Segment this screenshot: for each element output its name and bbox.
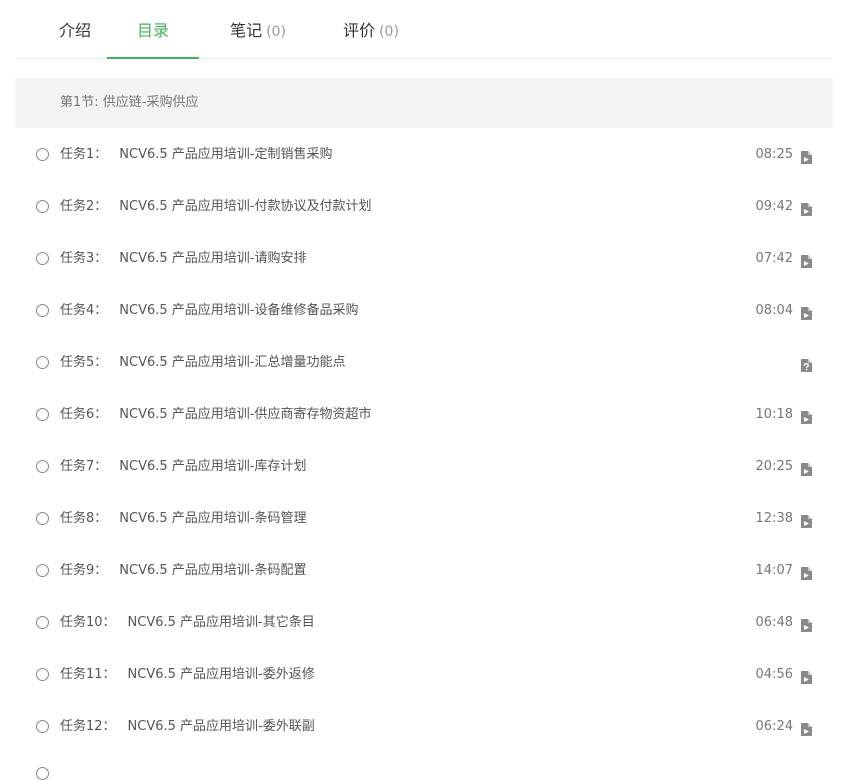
tab-reviews[interactable]: 评价 (0) [338, 0, 404, 58]
task-title[interactable]: 任务11： NCV6.5 产品应用培训-委外返修 [60, 650, 315, 700]
task-item[interactable]: 任务10： NCV6.5 产品应用培训-其它条目 06:48 [15, 598, 833, 650]
task-duration: 20:25 [755, 459, 793, 474]
task-title[interactable]: 任务6： NCV6.5 产品应用培训-供应商寄存物资超市 [60, 390, 371, 440]
task-duration: 07:42 [755, 251, 793, 266]
task-name: NCV6.5 产品应用培训-请购安排 [119, 251, 307, 266]
task-name: NCV6.5 产品应用培训-条码配置 [119, 563, 307, 578]
task-radio[interactable] [36, 252, 49, 265]
task-name: NCV6.5 产品应用培训-条码管理 [119, 511, 307, 526]
video-file-icon [800, 513, 812, 528]
task-radio[interactable] [36, 356, 49, 369]
task-number: 任务1： [60, 147, 108, 162]
task-number: 任务8： [60, 511, 108, 526]
task-radio-partial[interactable] [36, 767, 49, 780]
task-duration: 09:42 [755, 199, 793, 214]
task-item[interactable]: 任务7： NCV6.5 产品应用培训-库存计划 20:25 [15, 442, 833, 494]
task-radio[interactable] [36, 668, 49, 681]
task-name: NCV6.5 产品应用培训-供应商寄存物资超市 [119, 407, 372, 422]
task-radio[interactable] [36, 460, 49, 473]
task-number: 任务7： [60, 459, 108, 474]
tab-catalog[interactable]: 目录 [107, 0, 199, 59]
task-radio[interactable] [36, 616, 49, 629]
task-number: 任务10： [60, 615, 116, 630]
task-radio[interactable] [36, 304, 49, 317]
task-name: NCV6.5 产品应用培训-定制销售采购 [119, 147, 333, 162]
task-number: 任务2： [60, 199, 108, 214]
task-number: 任务11： [60, 667, 116, 682]
task-item[interactable]: 任务1： NCV6.5 产品应用培训-定制销售采购 08:25 [15, 130, 833, 182]
task-number: 任务12： [60, 719, 116, 734]
task-number: 任务4： [60, 303, 108, 318]
video-file-icon [800, 305, 812, 320]
task-number: 任务5： [60, 355, 108, 370]
video-file-icon [800, 201, 812, 216]
task-title[interactable]: 任务4： NCV6.5 产品应用培训-设备维修备品采购 [60, 286, 358, 336]
task-title[interactable]: 任务1： NCV6.5 产品应用培训-定制销售采购 [60, 130, 332, 180]
task-title[interactable]: 任务12： NCV6.5 产品应用培训-委外联副 [60, 702, 315, 752]
video-file-icon [800, 669, 812, 684]
task-duration: 08:25 [755, 147, 793, 162]
video-file-icon [800, 617, 812, 632]
video-file-icon [800, 461, 812, 476]
task-title[interactable]: 任务2： NCV6.5 产品应用培训-付款协议及付款计划 [60, 182, 371, 232]
task-title[interactable]: 任务5： NCV6.5 产品应用培训-汇总增量功能点 [60, 338, 345, 388]
task-item[interactable]: 任务3： NCV6.5 产品应用培训-请购安排 07:42 [15, 234, 833, 286]
task-title[interactable]: 任务9： NCV6.5 产品应用培训-条码配置 [60, 546, 306, 596]
task-radio[interactable] [36, 200, 49, 213]
task-item[interactable]: 任务9： NCV6.5 产品应用培训-条码配置 14:07 [15, 546, 833, 598]
task-name: NCV6.5 产品应用培训-付款协议及付款计划 [119, 199, 372, 214]
task-item[interactable]: 任务8： NCV6.5 产品应用培训-条码管理 12:38 [15, 494, 833, 546]
video-file-icon [800, 149, 812, 164]
task-radio[interactable] [36, 564, 49, 577]
tab-reviews-count: (0) [379, 24, 399, 40]
task-item[interactable]: 任务5： NCV6.5 产品应用培训-汇总增量功能点 [15, 338, 833, 390]
tab-intro-label: 介绍 [58, 21, 91, 40]
course-tabs: 介绍 目录 笔记 (0) 评价 (0) [15, 0, 833, 59]
task-duration: 10:18 [755, 407, 793, 422]
task-duration: 06:24 [755, 719, 793, 734]
video-file-icon [800, 253, 812, 268]
tab-reviews-label: 评价 [343, 21, 376, 40]
task-duration: 14:07 [755, 563, 793, 578]
task-duration: 06:48 [755, 615, 793, 630]
task-radio[interactable] [36, 512, 49, 525]
task-duration: 04:56 [755, 667, 793, 682]
task-item[interactable]: 任务2： NCV6.5 产品应用培训-付款协议及付款计划 09:42 [15, 182, 833, 234]
tab-intro[interactable]: 介绍 [45, 0, 105, 58]
section-title: 第1节: 供应链-采购供应 [60, 95, 199, 110]
task-duration: 12:38 [755, 511, 793, 526]
task-item[interactable]: 任务4： NCV6.5 产品应用培训-设备维修备品采购 08:04 [15, 286, 833, 338]
section-header[interactable]: 第1节: 供应链-采购供应 [15, 78, 833, 128]
task-title[interactable]: 任务8： NCV6.5 产品应用培训-条码管理 [60, 494, 306, 544]
task-name: NCV6.5 产品应用培训-委外联副 [127, 719, 315, 734]
video-file-icon [800, 721, 812, 736]
tab-catalog-label: 目录 [136, 21, 169, 40]
task-item[interactable]: 任务6： NCV6.5 产品应用培训-供应商寄存物资超市 10:18 [15, 390, 833, 442]
task-name: NCV6.5 产品应用培训-设备维修备品采购 [119, 303, 359, 318]
task-number: 任务6： [60, 407, 108, 422]
tab-notes-label: 笔记 [230, 21, 263, 40]
tab-notes-count: (0) [266, 24, 286, 40]
task-radio[interactable] [36, 148, 49, 161]
task-name: NCV6.5 产品应用培训-库存计划 [119, 459, 307, 474]
task-radio[interactable] [36, 408, 49, 421]
video-file-icon [800, 565, 812, 580]
task-title[interactable]: 任务3： NCV6.5 产品应用培训-请购安排 [60, 234, 306, 284]
task-list: 任务1： NCV6.5 产品应用培训-定制销售采购 08:25 任务2： NCV6.5 … [15, 130, 833, 754]
task-title[interactable]: 任务7： NCV6.5 产品应用培训-库存计划 [60, 442, 306, 492]
task-name: NCV6.5 产品应用培训-其它条目 [127, 615, 315, 630]
task-duration: 08:04 [755, 303, 793, 318]
task-item[interactable]: 任务11： NCV6.5 产品应用培训-委外返修 04:56 [15, 650, 833, 702]
task-radio[interactable] [36, 720, 49, 733]
task-number: 任务9： [60, 563, 108, 578]
video-file-icon [800, 409, 812, 424]
tab-notes[interactable]: 笔记 (0) [225, 0, 291, 58]
task-name: NCV6.5 产品应用培训-汇总增量功能点 [119, 355, 346, 370]
task-title[interactable]: 任务10： NCV6.5 产品应用培训-其它条目 [60, 598, 315, 648]
task-item[interactable]: 任务12： NCV6.5 产品应用培训-委外联副 06:24 [15, 702, 833, 754]
task-name: NCV6.5 产品应用培训-委外返修 [127, 667, 315, 682]
task-number: 任务3： [60, 251, 108, 266]
document-file-icon [800, 357, 812, 372]
